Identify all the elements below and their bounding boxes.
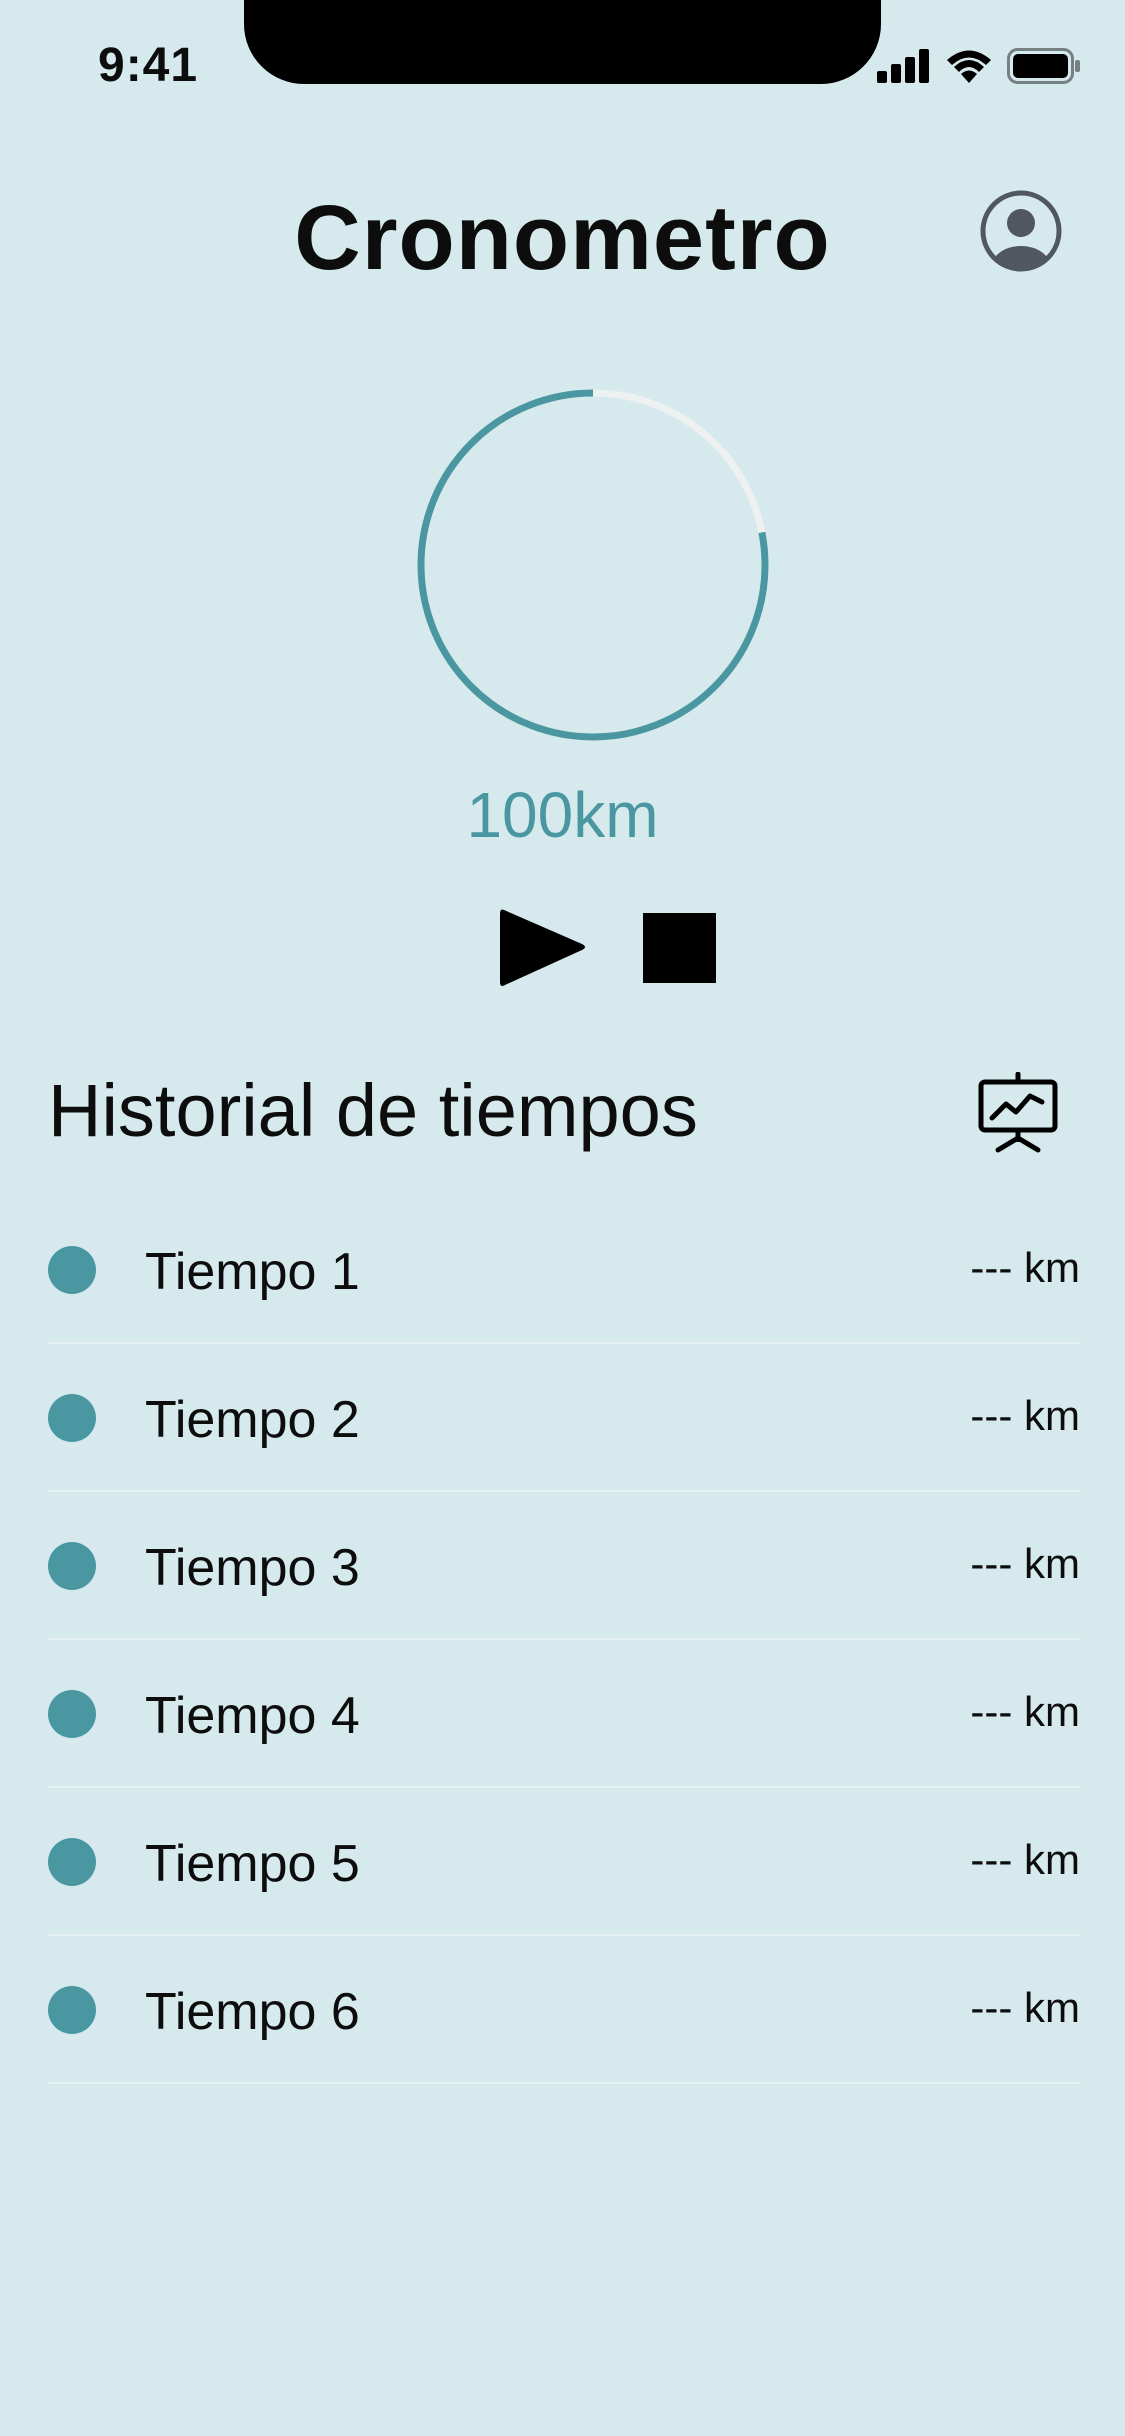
history-dot	[48, 1542, 96, 1590]
history-item-label: Tiempo 1	[145, 1243, 360, 1301]
profile-button[interactable]	[978, 188, 1064, 274]
history-item[interactable]: Tiempo 5 --- km	[48, 1788, 1080, 1936]
history-item[interactable]: Tiempo 1 --- km	[48, 1196, 1080, 1344]
history-item-value: --- km	[970, 1244, 1080, 1291]
signal-icon	[877, 49, 929, 83]
battery-icon	[1007, 48, 1080, 84]
status-icons	[877, 48, 1081, 84]
history-item-value: --- km	[970, 1836, 1080, 1883]
history-list: Tiempo 1 --- km Tiempo 2 --- km Tiempo 3…	[48, 1196, 1080, 2084]
play-button[interactable]	[496, 904, 590, 990]
play-icon	[500, 909, 585, 986]
history-item-value: --- km	[970, 1984, 1080, 2031]
wifi-icon	[947, 50, 991, 83]
history-item[interactable]: Tiempo 3 --- km	[48, 1492, 1080, 1640]
status-time: 9:41	[98, 39, 199, 92]
history-dot	[48, 1838, 96, 1886]
history-item-value: --- km	[970, 1540, 1080, 1587]
history-item-label: Tiempo 3	[145, 1539, 360, 1597]
distance-label: 100km	[466, 779, 659, 851]
device-notch	[244, 0, 881, 84]
page-title: Cronometro	[294, 187, 831, 289]
progress-ring	[413, 385, 773, 745]
history-dot	[48, 1690, 96, 1738]
history-item-value: --- km	[970, 1688, 1080, 1735]
history-item-value: --- km	[970, 1392, 1080, 1439]
history-title: Historial de tiempos	[48, 1069, 698, 1152]
presentation-chart-icon	[978, 1071, 1058, 1153]
history-item[interactable]: Tiempo 4 --- km	[48, 1640, 1080, 1788]
history-item[interactable]: Tiempo 6 --- km	[48, 1936, 1080, 2084]
chart-button[interactable]	[976, 1071, 1060, 1154]
history-item-label: Tiempo 5	[145, 1835, 360, 1893]
history-dot	[48, 1246, 96, 1294]
app-screen: 9:41 Cronometro 100km Historial de tiemp…	[0, 0, 1125, 2436]
history-dot	[48, 1394, 96, 1442]
history-item-label: Tiempo 2	[145, 1391, 360, 1449]
stop-button[interactable]	[643, 913, 716, 983]
history-item[interactable]: Tiempo 2 --- km	[48, 1344, 1080, 1492]
user-circle-icon	[980, 190, 1062, 272]
history-dot	[48, 1986, 96, 2034]
history-item-label: Tiempo 6	[145, 1983, 360, 2041]
history-item-label: Tiempo 4	[145, 1687, 360, 1745]
